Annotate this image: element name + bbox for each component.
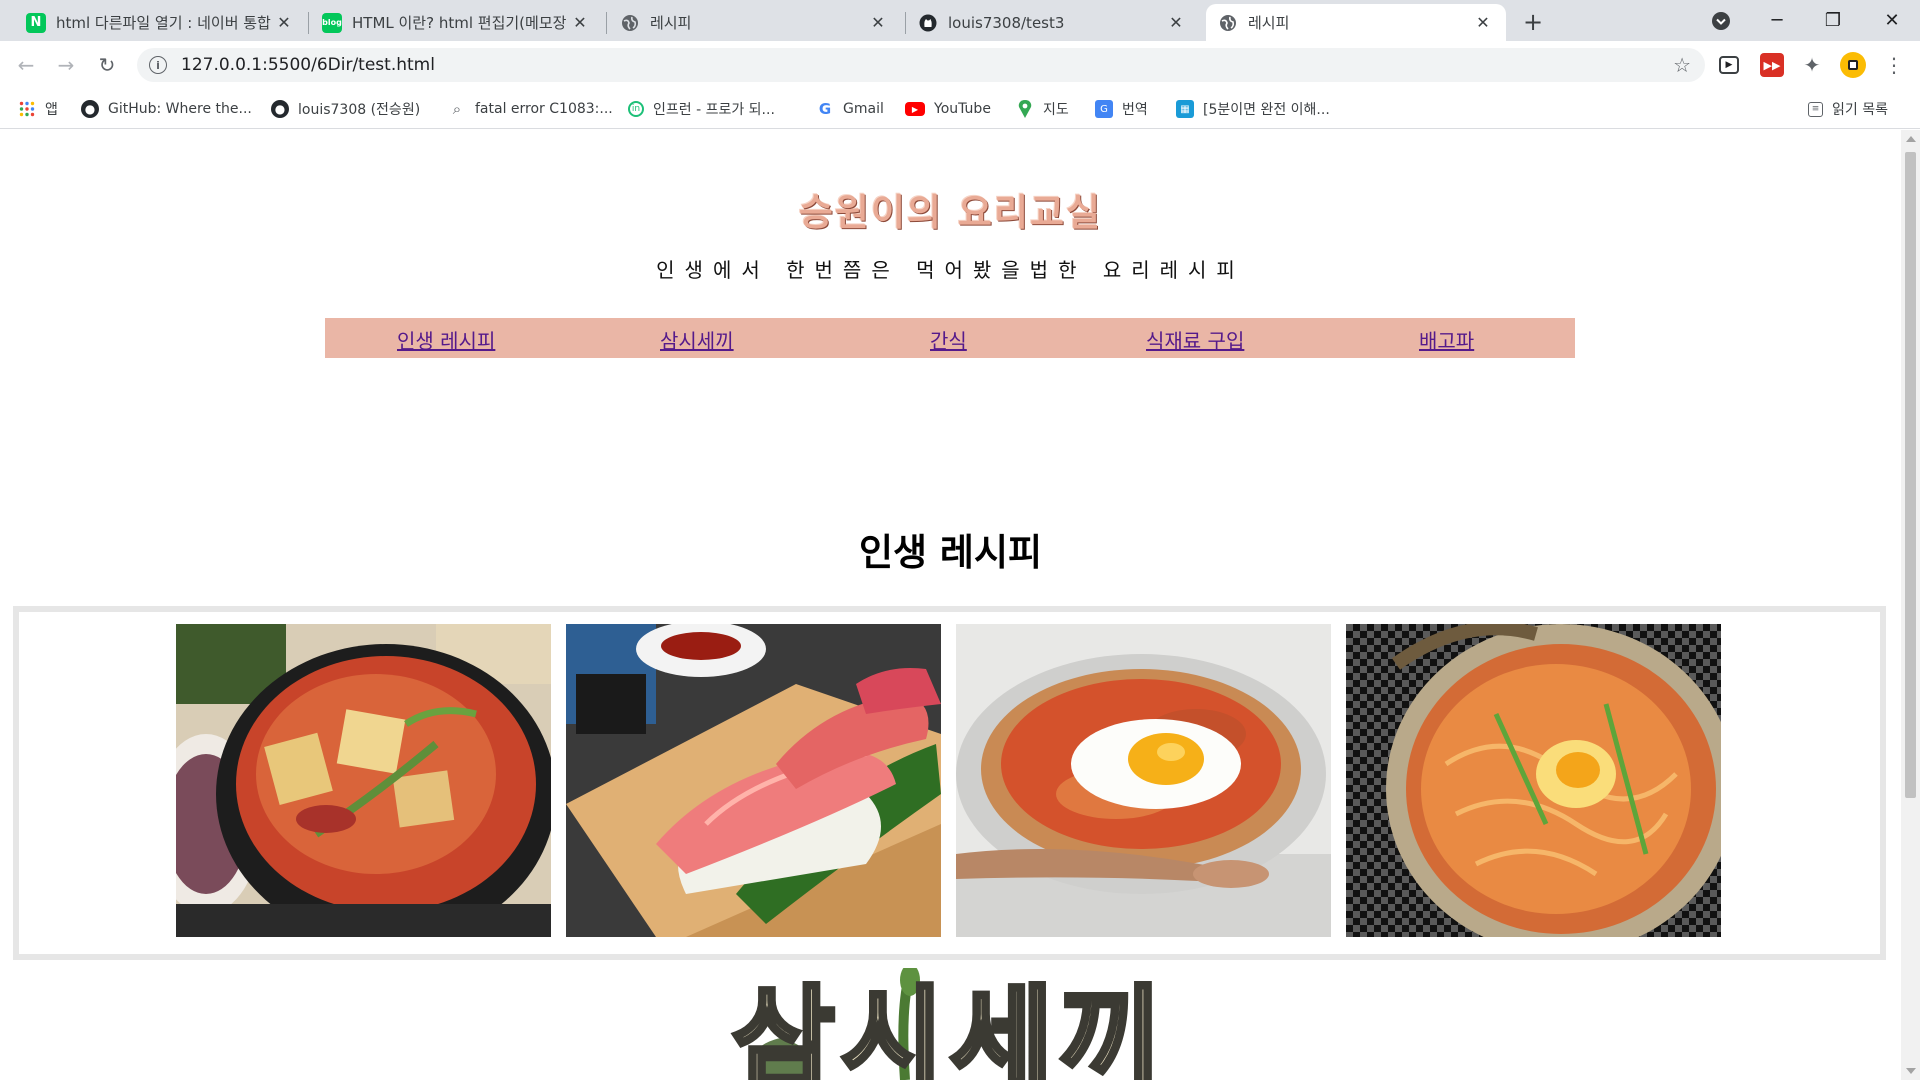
scrollbar-thumb[interactable] [1905,152,1916,798]
scroll-up-arrow-icon[interactable] [1906,136,1916,142]
reading-list-label: 읽기 목록 [1832,102,1888,118]
page-viewport: 승원이의 요리교실 인생에서 한번쯤은 먹어봤을법한 요리레시피 인생 레시피 … [0,130,1901,1080]
close-tab-icon[interactable]: ✕ [867,12,889,34]
kimchi-fried-rice-photo[interactable] [956,624,1331,937]
tab-recipe-active[interactable]: 레시피 ✕ [1206,4,1506,41]
tagline: 인생에서 한번쯤은 먹어봤을법한 요리레시피 [656,258,1245,282]
new-tab-button[interactable]: + [1518,8,1548,36]
tab-github-test3[interactable]: louis7308/test3 ✕ [906,4,1199,41]
close-tab-icon[interactable]: ✕ [273,12,295,34]
bookmark-fatal-error[interactable]: ⌕ fatal error C1083:... [448,98,613,120]
globe-icon [620,13,640,33]
samsi-logo-art: 삼시세끼 [729,964,1168,1080]
bookmark-translate[interactable]: G 번역 [1095,98,1148,120]
nav-link-hungry[interactable]: 배고파 [1419,325,1474,354]
restore-button[interactable]: ❐ [1805,0,1861,41]
bookmark-label: YouTube [934,101,991,117]
bookmark-label: 지도 [1043,102,1069,118]
tab-html-blog[interactable]: blog HTML 이란? html 편집기(메모장 ✕ [310,4,603,41]
tuna-sushi-photo[interactable] [566,624,941,937]
bookmark-label: Gmail [843,101,884,117]
tab-search-icon [1712,11,1730,30]
bookmark-louis7308[interactable]: ● louis7308 (전승원) [271,98,420,120]
github-icon [918,13,938,33]
bookmark-inflearn[interactable]: in 인프런 - 프로가 되... [628,98,775,120]
bookmark-github[interactable]: ● GitHub: Where the... [81,98,252,120]
close-tab-icon[interactable]: ✕ [1472,12,1494,34]
samsi-sekki-logo: 삼시세끼 [700,964,1200,1080]
main-nav: 인생 레시피 삼시세끼 간식 식재료 구입 배고파 [325,318,1575,358]
nav-link-life-recipe[interactable]: 인생 레시피 [397,325,495,354]
menu-kebab-icon[interactable]: ⋮ [1882,53,1906,77]
tab-title: 레시피 [1248,14,1290,32]
youtube-icon: ▶ [905,102,925,116]
reading-list[interactable]: ≡ 읽기 목록 [1808,98,1888,120]
tab-title: html 다른파일 열기 : 네이버 통합 [56,14,271,32]
tab-divider [308,12,309,34]
bookmark-apps[interactable]: 앱 [18,98,58,120]
reload-button[interactable]: ↻ [91,49,123,81]
forward-button[interactable]: → [50,49,82,81]
scroll-down-arrow-icon[interactable] [1906,1068,1916,1074]
media-router-icon[interactable]: ▶ [1719,56,1739,74]
tab-search-button[interactable] [1693,0,1749,41]
google-icon: G [818,100,832,118]
apps-grid-icon [18,100,36,118]
nav-link-snack[interactable]: 간식 [930,325,967,354]
bookmark-site-icon: ▦ [1176,100,1194,118]
bookmark-label: 앱 [45,102,58,118]
extensions-puzzle-icon[interactable]: ✦ [1800,53,1824,77]
site-logo: 승원이의 요리교실 [798,191,1103,234]
naver-icon: N [26,12,46,33]
github-icon: ● [271,100,289,118]
tab-strip: N html 다른파일 열기 : 네이버 통합 ✕ blog HTML 이란? … [0,0,1920,41]
close-tab-icon[interactable]: ✕ [569,12,591,34]
tab-divider [606,12,607,34]
site-info-icon[interactable]: i [149,56,167,74]
bookmark-star-icon[interactable]: ☆ [1673,53,1691,77]
bookmark-label: GitHub: Where the... [108,101,252,117]
bookmark-label: fatal error C1083:... [475,101,613,117]
minimize-button[interactable]: ─ [1749,0,1805,41]
bookmark-5min[interactable]: ▦ [5분이면 완전 이해... [1176,98,1330,120]
bookmark-label: 번역 [1122,102,1148,118]
close-tab-icon[interactable]: ✕ [1165,12,1187,34]
profile-avatar[interactable] [1840,52,1866,78]
translate-icon: G [1095,100,1113,118]
tab-recipe-1[interactable]: 레시피 ✕ [608,4,901,41]
svg-text:삼시세끼: 삼시세끼 [732,975,1168,1080]
nav-link-ingredients[interactable]: 식재료 구입 [1146,325,1244,354]
ramen-photo[interactable] [1346,624,1721,937]
inflearn-icon: in [628,101,644,117]
tab-naver-search[interactable]: N html 다른파일 열기 : 네이버 통합 ✕ [14,4,307,41]
recipe-gallery [13,606,1886,960]
tab-title: HTML 이란? html 편집기(메모장 [352,14,567,32]
vertical-scrollbar[interactable] [1901,130,1920,1080]
profile-icon [1848,60,1858,70]
bookmarks-bar: 앱 ● GitHub: Where the... ● louis7308 (전승… [0,89,1920,129]
globe-icon [1218,13,1238,33]
nav-link-three-meals[interactable]: 삼시세끼 [660,325,734,354]
reading-list-icon: ≡ [1808,101,1823,117]
bookmark-maps[interactable]: 지도 [1016,98,1069,120]
bookmark-label: louis7308 (전승원) [298,102,421,118]
search-page-icon: ⌕ [452,100,462,118]
naver-blog-icon: blog [322,12,342,33]
bookmark-label: 인프런 - 프로가 되... [653,102,775,118]
maps-pin-icon [1016,100,1034,118]
kimchi-stew-photo[interactable] [176,624,551,937]
bookmark-gmail[interactable]: G Gmail [816,98,884,120]
bookmark-youtube[interactable]: ▶ YouTube [905,98,991,120]
close-window-button[interactable]: ✕ [1864,0,1920,41]
github-icon: ● [81,100,99,118]
bookmark-label: [5분이면 완전 이해... [1203,102,1330,118]
tab-title: 레시피 [650,14,692,32]
address-bar[interactable]: i 127.0.0.1:5500/6Dir/test.html ☆ [137,48,1705,82]
url-text[interactable]: 127.0.0.1:5500/6Dir/test.html [181,55,435,75]
tab-title: louis7308/test3 [948,13,1065,32]
section-title: 인생 레시피 [858,531,1043,574]
browser-toolbar: ← → ↻ i 127.0.0.1:5500/6Dir/test.html ☆ … [0,41,1920,89]
extension-red-icon[interactable]: ▶▶ [1760,53,1784,77]
back-button[interactable]: ← [10,49,42,81]
